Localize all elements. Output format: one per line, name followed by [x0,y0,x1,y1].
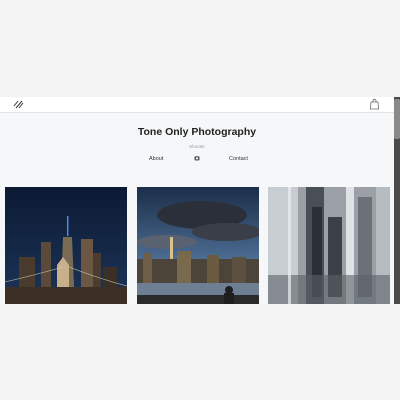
gallery-photo-skyline-dusk[interactable] [137,187,259,304]
site-subtitle: Shooter [189,144,205,149]
nav-link-about[interactable]: About [149,156,163,162]
browser-viewport: Tone Only Photography Shooter About Cont… [0,97,394,304]
vertical-scrollbar[interactable] [394,97,400,304]
nav-link-contact[interactable]: Contact [229,156,248,162]
hamburger-menu-icon[interactable] [13,99,24,109]
gallery-photo-monochrome-reflection[interactable] [268,187,390,304]
camera-icon[interactable] [194,155,200,161]
gallery-photo-brooklyn-bridge[interactable] [5,187,127,304]
scrollbar-thumb[interactable] [394,99,400,139]
top-navigation-bar [0,97,394,113]
page-title: Tone Only Photography [137,126,257,138]
shopping-bag-icon[interactable] [369,98,380,110]
